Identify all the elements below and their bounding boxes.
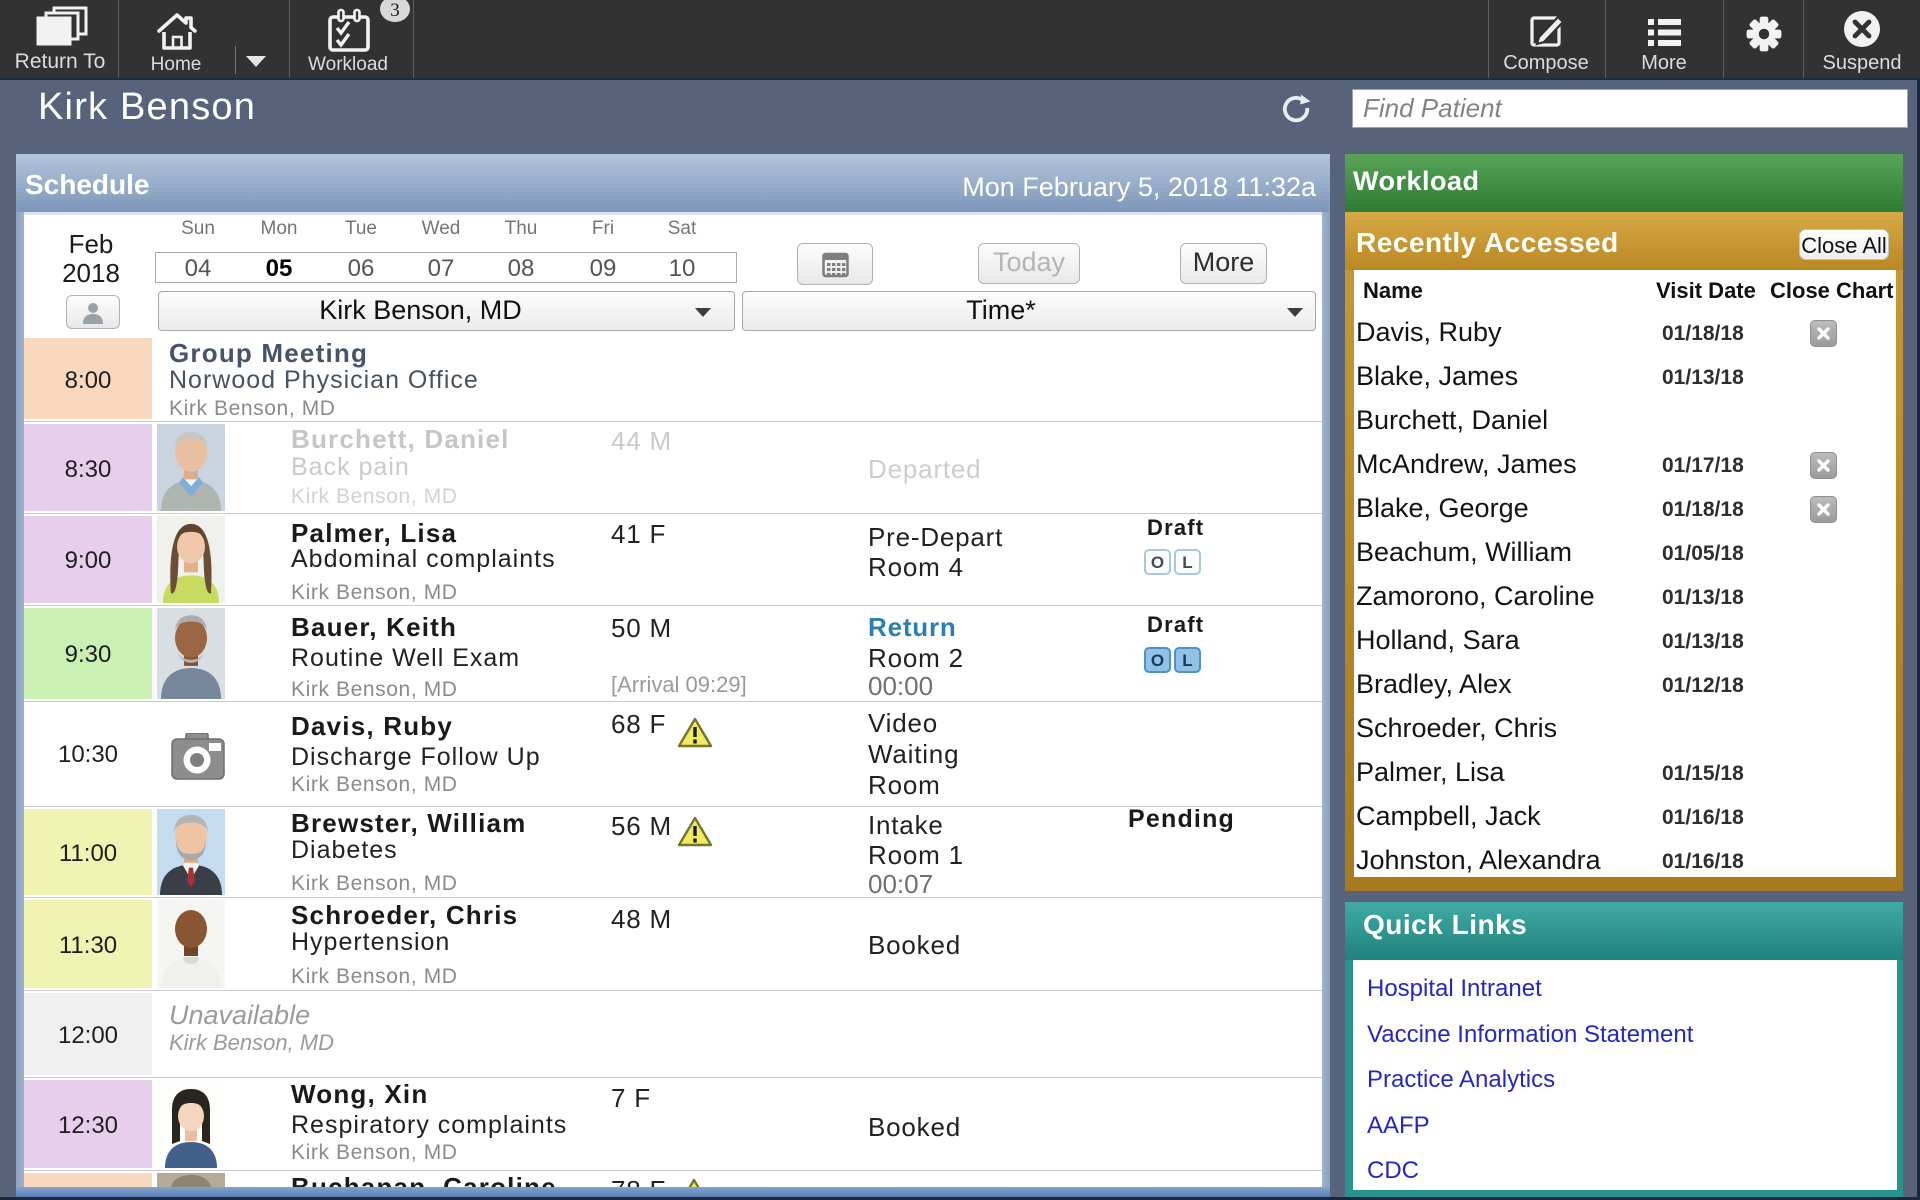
svg-text:3: 3: [390, 0, 400, 21]
